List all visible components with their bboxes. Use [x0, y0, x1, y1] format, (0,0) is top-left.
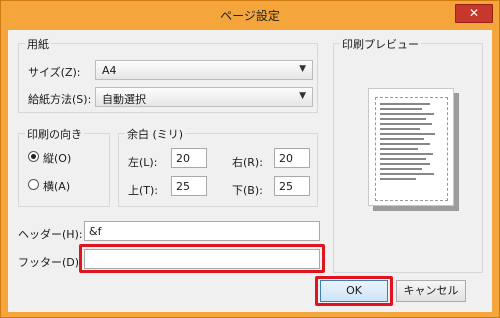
header-value: &f: [89, 225, 102, 238]
paper-source-value: 自動選択: [102, 93, 146, 106]
landscape-label[interactable]: 横(A): [43, 178, 70, 194]
paper-size-value: A4: [102, 64, 117, 77]
bottom-margin-label: 下(B):: [232, 184, 263, 197]
left-margin-label: 左(L):: [128, 156, 158, 169]
right-margin-label: 右(R):: [232, 156, 263, 169]
dialog-body: 用紙 サイズ(Z): A4 ▼ 給紙方法(S): 自動選択 ▼ 印刷の向き 縦(…: [8, 30, 492, 312]
paper-source-select[interactable]: 自動選択 ▼: [95, 87, 313, 107]
preview-text-line: [380, 173, 434, 175]
orientation-group: 印刷の向き: [18, 126, 110, 207]
preview-text-line: [380, 163, 430, 165]
footer-input[interactable]: [84, 249, 320, 269]
header-input[interactable]: &f: [84, 221, 320, 241]
paper-size-label: サイズ(Z):: [28, 66, 81, 79]
left-margin-input[interactable]: 20: [171, 148, 207, 168]
paper-size-select[interactable]: A4 ▼: [95, 60, 313, 80]
paper-source-label: 給紙方法(S):: [28, 93, 92, 106]
chevron-down-icon: ▼: [299, 91, 306, 101]
preview-text-line: [380, 178, 416, 180]
preview-text-line: [380, 138, 424, 140]
top-margin-value: 25: [176, 180, 190, 193]
preview-text-line: [380, 153, 433, 155]
bottom-margin-value: 25: [279, 180, 293, 193]
preview-text-line: [380, 133, 435, 135]
paper-group-title: 用紙: [25, 36, 51, 52]
margins-group-title: 余白 (ミリ): [125, 126, 186, 142]
preview-text-line: [380, 108, 422, 110]
ok-button[interactable]: OK: [320, 280, 388, 302]
dialog-title: ページ設定: [220, 9, 280, 23]
orientation-group-title: 印刷の向き: [25, 126, 84, 142]
bottom-margin-input[interactable]: 25: [274, 176, 310, 196]
header-label: ヘッダー(H):: [18, 228, 83, 241]
landscape-radio[interactable]: [28, 179, 39, 190]
preview-text-line: [380, 158, 426, 160]
top-margin-label: 上(T):: [128, 184, 159, 197]
chevron-down-icon: ▼: [299, 64, 306, 74]
page-setup-dialog: ページ設定 ✕ 用紙 サイズ(Z): A4 ▼ 給紙方法(S): 自動選択 ▼ …: [0, 0, 500, 318]
preview-text-line: [380, 103, 430, 105]
cancel-button[interactable]: キャンセル: [396, 280, 466, 302]
close-button[interactable]: ✕: [455, 4, 493, 23]
portrait-label[interactable]: 縦(O): [43, 150, 71, 166]
preview-text-line: [380, 148, 418, 150]
footer-label: フッター(D):: [18, 256, 83, 269]
portrait-radio[interactable]: [28, 151, 39, 162]
preview-text-line: [380, 118, 426, 120]
top-margin-input[interactable]: 25: [171, 176, 207, 196]
right-margin-input[interactable]: 20: [274, 148, 310, 168]
preview-text-line: [380, 123, 432, 125]
preview-page: [368, 88, 454, 206]
preview-group-title: 印刷プレビュー: [340, 36, 421, 52]
title-bar[interactable]: ページ設定 ✕: [1, 1, 499, 29]
right-margin-value: 20: [279, 152, 293, 165]
preview-text-line: [380, 128, 420, 130]
left-margin-value: 20: [176, 152, 190, 165]
preview-text-line: [380, 143, 430, 145]
preview-text-line: [380, 113, 434, 115]
preview-text-line: [380, 168, 422, 170]
